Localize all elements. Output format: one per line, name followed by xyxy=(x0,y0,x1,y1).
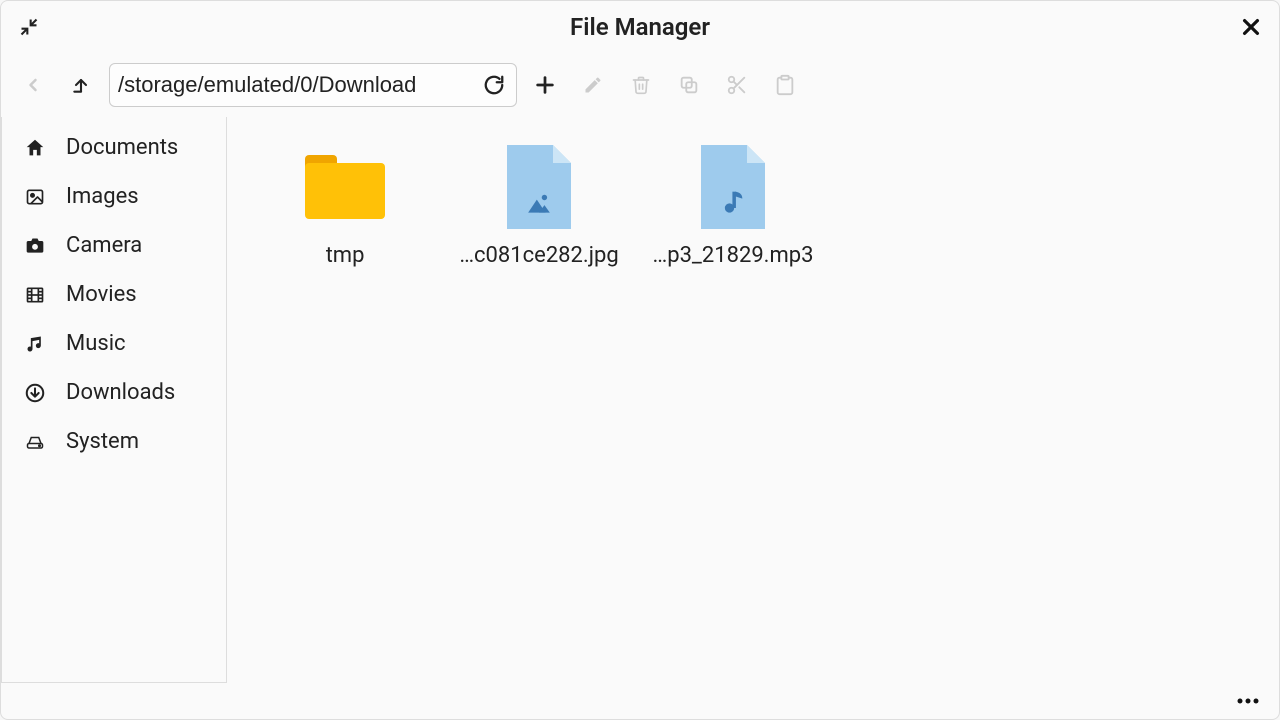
collapse-icon xyxy=(19,17,39,37)
hdd-icon xyxy=(22,433,48,451)
titlebar: File Manager xyxy=(1,1,1279,53)
home-icon xyxy=(22,137,48,159)
file-item-image[interactable]: …c081ce282.jpg xyxy=(451,145,627,268)
body: Documents Images Camera Movies xyxy=(1,117,1279,683)
sidebar-item-images[interactable]: Images xyxy=(2,172,226,221)
sidebar: Documents Images Camera Movies xyxy=(1,117,227,683)
file-label: …p3_21829.mp3 xyxy=(653,243,814,268)
path-input[interactable] xyxy=(118,72,472,98)
audio-file-icon xyxy=(691,145,775,229)
download-icon xyxy=(22,382,48,404)
scissors-icon xyxy=(726,74,748,96)
file-label: …c081ce282.jpg xyxy=(459,243,618,268)
sidebar-item-music[interactable]: Music xyxy=(2,319,226,368)
sidebar-item-label: Downloads xyxy=(66,380,175,405)
sidebar-item-label: Music xyxy=(66,331,126,356)
pencil-icon xyxy=(583,75,603,95)
sidebar-item-documents[interactable]: Documents xyxy=(2,123,226,172)
sidebar-item-label: Images xyxy=(66,184,139,209)
file-grid: tmp …c081ce282.jpg xyxy=(227,117,1279,683)
sidebar-item-label: Movies xyxy=(66,282,137,307)
close-icon xyxy=(1240,16,1262,38)
plus-icon xyxy=(534,74,556,96)
image-icon xyxy=(22,187,48,207)
cut-button[interactable] xyxy=(717,65,757,105)
sidebar-item-camera[interactable]: Camera xyxy=(2,221,226,270)
copy-icon xyxy=(678,74,700,96)
delete-button[interactable] xyxy=(621,65,661,105)
trash-icon xyxy=(631,74,651,96)
sidebar-item-label: Documents xyxy=(66,135,178,160)
file-label: tmp xyxy=(326,243,365,268)
sidebar-item-system[interactable]: System xyxy=(2,417,226,466)
statusbar xyxy=(1,683,1279,719)
sidebar-item-downloads[interactable]: Downloads xyxy=(2,368,226,417)
camera-icon xyxy=(22,236,48,256)
up-button[interactable] xyxy=(61,65,101,105)
paste-icon xyxy=(774,74,796,96)
file-manager-window: File Manager xyxy=(0,0,1280,720)
sidebar-item-label: System xyxy=(66,429,139,454)
file-item-folder[interactable]: tmp xyxy=(257,145,433,268)
window-title: File Manager xyxy=(570,13,710,41)
film-icon xyxy=(22,285,48,305)
chevron-left-icon xyxy=(23,75,43,95)
refresh-button[interactable] xyxy=(480,71,508,99)
more-horizontal-icon xyxy=(1236,696,1260,706)
more-menu-button[interactable] xyxy=(1233,686,1263,716)
copy-button[interactable] xyxy=(669,65,709,105)
image-file-icon xyxy=(497,145,581,229)
edit-button[interactable] xyxy=(573,65,613,105)
back-button[interactable] xyxy=(13,65,53,105)
file-item-audio[interactable]: …p3_21829.mp3 xyxy=(645,145,821,268)
close-button[interactable] xyxy=(1235,11,1267,43)
collapse-button[interactable] xyxy=(13,11,45,43)
music-icon xyxy=(22,333,48,355)
toolbar xyxy=(1,53,1279,117)
sidebar-item-movies[interactable]: Movies xyxy=(2,270,226,319)
path-field[interactable] xyxy=(109,63,517,107)
refresh-icon xyxy=(483,74,505,96)
paste-button[interactable] xyxy=(765,65,805,105)
folder-icon xyxy=(303,145,387,229)
sidebar-item-label: Camera xyxy=(66,233,142,258)
new-button[interactable] xyxy=(525,65,565,105)
up-arrow-icon xyxy=(71,74,91,96)
